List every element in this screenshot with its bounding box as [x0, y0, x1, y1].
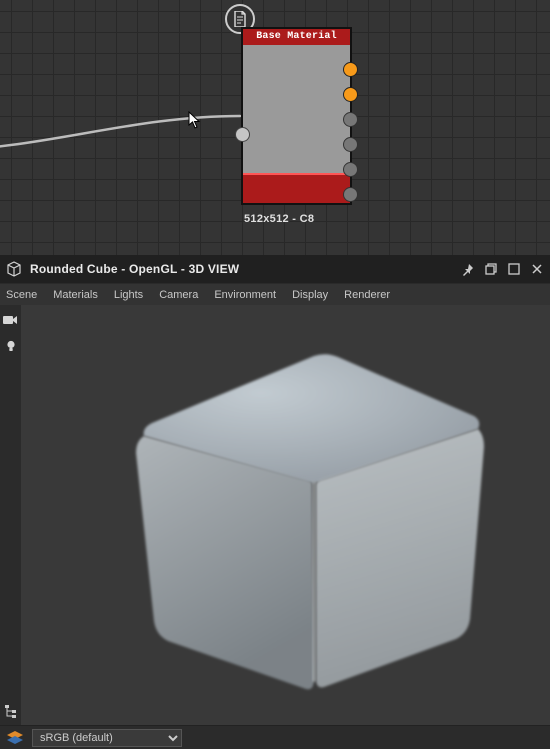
pin-icon[interactable]: [461, 262, 475, 276]
node-wire: [0, 50, 260, 170]
menu-lights[interactable]: Lights: [114, 289, 143, 301]
camera-tool-icon[interactable]: [3, 312, 19, 328]
viewport-toolbar: [0, 305, 21, 725]
node-output-port[interactable]: [343, 187, 358, 202]
node-editor-panel[interactable]: Base Material 512x512 - C8: [0, 0, 550, 255]
restore-icon[interactable]: [484, 262, 498, 276]
node-output-port[interactable]: [343, 87, 358, 102]
node-output-port[interactable]: [343, 62, 358, 77]
menu-display[interactable]: Display: [292, 289, 328, 301]
menu-camera[interactable]: Camera: [159, 289, 198, 301]
hierarchy-tool-icon[interactable]: [3, 703, 19, 719]
maximize-icon[interactable]: [507, 262, 521, 276]
node-footer: [243, 175, 350, 203]
light-tool-icon[interactable]: [3, 338, 19, 354]
cube-icon: [6, 261, 22, 277]
node-output-port[interactable]: [343, 137, 358, 152]
menu-scene[interactable]: Scene: [6, 289, 37, 301]
node-caption: 512x512 - C8: [244, 213, 314, 225]
colorspace-select[interactable]: sRGB (default): [32, 729, 182, 747]
material-node[interactable]: Base Material: [241, 27, 352, 205]
node-output-port[interactable]: [343, 112, 358, 127]
rendered-cube: [22, 305, 550, 725]
node-title: Base Material: [243, 29, 350, 45]
mouse-cursor-icon: [188, 111, 202, 129]
view-title: Rounded Cube - OpenGL - 3D VIEW: [30, 262, 453, 276]
statusbar: sRGB (default): [0, 725, 550, 749]
viewport[interactable]: [0, 305, 550, 725]
layers-icon[interactable]: [6, 731, 24, 745]
menu-renderer[interactable]: Renderer: [344, 289, 390, 301]
node-body: [243, 45, 350, 173]
node-output-port[interactable]: [343, 162, 358, 177]
menu-materials[interactable]: Materials: [53, 289, 98, 301]
close-icon[interactable]: [530, 262, 544, 276]
3d-view-panel: Rounded Cube - OpenGL - 3D VIEW Scene Ma…: [0, 255, 550, 749]
node-input-port[interactable]: [235, 127, 250, 142]
view-titlebar: Rounded Cube - OpenGL - 3D VIEW: [0, 255, 550, 283]
view-menubar: Scene Materials Lights Camera Environmen…: [0, 283, 550, 305]
menu-environment[interactable]: Environment: [214, 289, 276, 301]
